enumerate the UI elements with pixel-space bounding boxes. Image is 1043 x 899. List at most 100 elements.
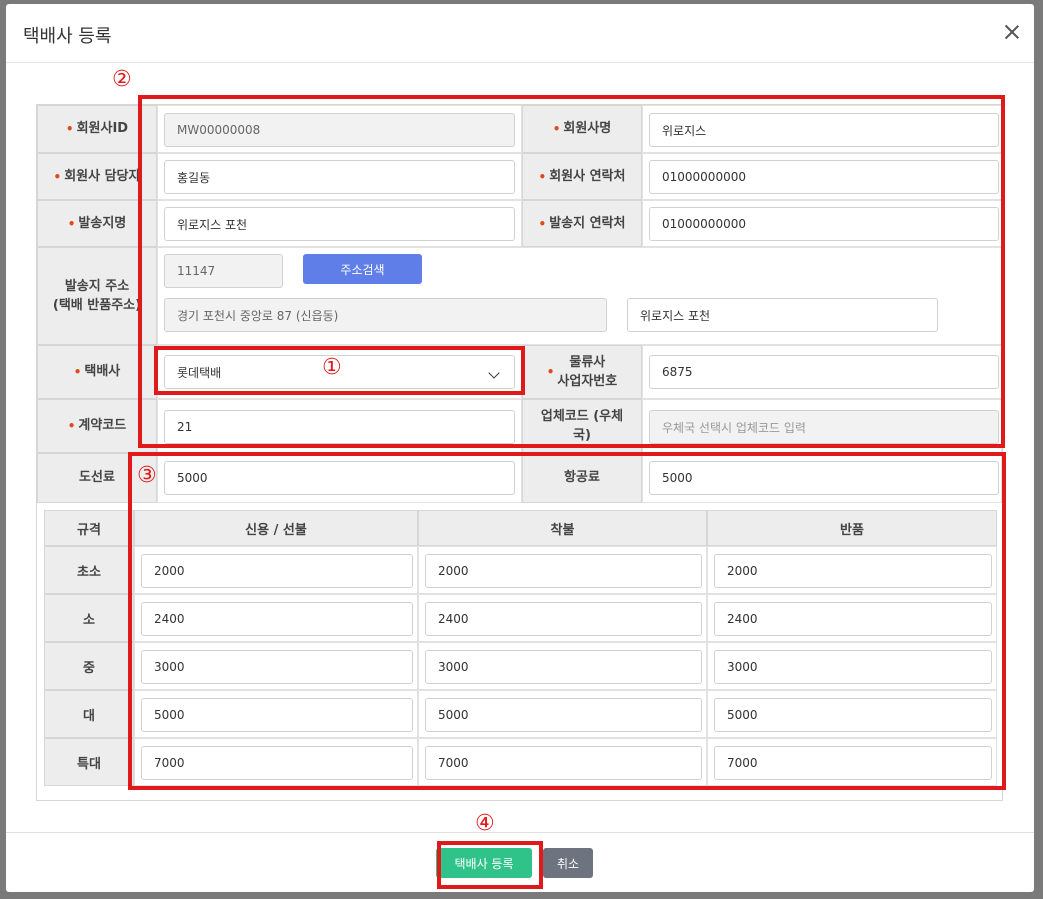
rate-cod-field[interactable]: 7000	[425, 746, 702, 780]
label-sender-address: 발송지 주소 (택배 반품주소)	[37, 247, 157, 345]
rate-return-field[interactable]: 7000	[714, 746, 992, 780]
required-dot: •	[73, 365, 82, 379]
required-dot: •	[546, 365, 555, 379]
annotation-number-3: ③	[137, 463, 157, 488]
zipcode-field[interactable]: 11147	[164, 254, 283, 288]
required-dot: •	[53, 169, 62, 184]
rate-cod-field[interactable]: 5000	[425, 698, 702, 732]
company-code-field[interactable]: 우체국 선택시 업체코드 입력	[649, 410, 999, 444]
required-dot: •	[67, 216, 76, 231]
member-phone-field[interactable]: 01000000000	[649, 160, 999, 194]
label-text: 발송지 연락처	[549, 215, 626, 231]
rate-header-size: 규격	[44, 510, 134, 546]
rate-cell: 2400	[134, 594, 418, 642]
contract-code-field[interactable]: 21	[164, 410, 515, 444]
label-text: 회원사 연락처	[549, 168, 626, 184]
cell-company-code: 우체국 선택시 업체코드 입력	[642, 399, 1002, 453]
rate-credit-field[interactable]: 2000	[141, 554, 413, 588]
label-courier: • 택배사	[37, 345, 157, 399]
courier-form: • 회원사ID MW00000008 • 회원사명 위로지스 • 회원사 담당자 홍길…	[36, 104, 1003, 801]
rate-return-field[interactable]: 2000	[714, 554, 992, 588]
required-dot: •	[67, 419, 76, 433]
rate-cod-field[interactable]: 3000	[425, 650, 702, 684]
cell-sender-address: 11147 주소검색 경기 포천시 중앙로 87 (신읍동) 위로지스 포천	[157, 247, 1002, 345]
modal-header: 택배사 등록	[6, 4, 1034, 63]
air-fee-field[interactable]: 5000	[649, 461, 999, 495]
address-search-button[interactable]: 주소검색	[303, 254, 422, 284]
label-contract-code: • 계약코드	[37, 399, 157, 453]
rate-size-label: 특대	[44, 738, 134, 786]
address2-field[interactable]: 위로지스 포천	[627, 298, 938, 332]
member-manager-field[interactable]: 홍길동	[164, 160, 515, 194]
rate-cod-field[interactable]: 2400	[425, 602, 702, 636]
rate-cod-field[interactable]: 2000	[425, 554, 702, 588]
label-text: 회원사명	[563, 121, 612, 137]
cell-member-manager: 홍길동	[157, 153, 522, 200]
label-text: 물류사 사업자번호	[557, 354, 618, 390]
rate-cell: 7000	[134, 738, 418, 786]
rate-cell: 3000	[707, 642, 997, 690]
label-logistics-biz-no: • 물류사 사업자번호	[522, 345, 642, 399]
close-icon[interactable]	[1004, 24, 1020, 40]
rate-size-label: 대	[44, 690, 134, 738]
cell-contract-code: 21	[157, 399, 522, 453]
cell-member-name: 위로지스	[642, 105, 1002, 153]
cancel-button[interactable]: 취소	[543, 848, 593, 878]
sender-name-field[interactable]: 위로지스 포천	[164, 207, 515, 241]
rate-return-field[interactable]: 3000	[714, 650, 992, 684]
rate-credit-field[interactable]: 2400	[141, 602, 413, 636]
label-air-fee: 항공료	[522, 453, 642, 503]
cell-sender-name: 위로지스 포천	[157, 200, 522, 247]
address1-field[interactable]: 경기 포천시 중앙로 87 (신읍동)	[164, 298, 607, 332]
rate-cell: 2400	[418, 594, 707, 642]
label-sender-name: • 발송지명	[37, 200, 157, 247]
rate-header-return: 반품	[707, 510, 997, 546]
required-dot: •	[538, 169, 547, 184]
required-dot: •	[538, 216, 547, 231]
rate-cell: 5000	[707, 690, 997, 738]
rate-cell: 2000	[134, 546, 418, 594]
label-text: 발송지명	[78, 215, 127, 231]
label-member-manager: • 회원사 담당자	[37, 153, 157, 200]
rate-credit-field[interactable]: 5000	[141, 698, 413, 732]
label-member-name: • 회원사명	[522, 105, 642, 153]
rate-cell: 2400	[707, 594, 997, 642]
rate-credit-field[interactable]: 7000	[141, 746, 413, 780]
label-company-code: 업체코드 (우체국)	[522, 399, 642, 453]
rate-return-field[interactable]: 2400	[714, 602, 992, 636]
label-member-id: • 회원사ID	[37, 105, 157, 153]
cell-sender-phone: 01000000000	[642, 200, 1002, 247]
rate-size-label: 초소	[44, 546, 134, 594]
cell-member-id: MW00000008	[157, 105, 522, 153]
rate-cell: 5000	[134, 690, 418, 738]
rate-return-field[interactable]: 5000	[714, 698, 992, 732]
rate-cell: 3000	[418, 642, 707, 690]
island-fee-field[interactable]: 5000	[164, 461, 515, 495]
modal-title: 택배사 등록	[23, 26, 112, 47]
rate-cell: 3000	[134, 642, 418, 690]
rate-size-label: 소	[44, 594, 134, 642]
label-text: 택배사	[84, 364, 121, 380]
member-name-field[interactable]: 위로지스	[649, 113, 999, 147]
label-member-phone: • 회원사 연락처	[522, 153, 642, 200]
cell-air-fee: 5000	[642, 453, 1002, 503]
cell-island-fee: 5000	[157, 453, 522, 503]
rate-cell: 2000	[418, 546, 707, 594]
cell-logistics-biz-no: 6875	[642, 345, 1002, 399]
annotation-number-2: ②	[112, 67, 132, 92]
rate-header-cod: 착불	[418, 510, 707, 546]
rate-cell: 7000	[707, 738, 997, 786]
rate-cell: 7000	[418, 738, 707, 786]
logistics-biz-no-field[interactable]: 6875	[649, 355, 999, 389]
member-id-field[interactable]: MW00000008	[164, 113, 515, 147]
courier-selected-value: 롯데택배	[177, 365, 222, 380]
rate-size-label: 중	[44, 642, 134, 690]
rate-credit-field[interactable]: 3000	[141, 650, 413, 684]
label-sender-phone: • 발송지 연락처	[522, 200, 642, 247]
rate-cell: 5000	[418, 690, 707, 738]
sender-phone-field[interactable]: 01000000000	[649, 207, 999, 241]
register-courier-button[interactable]: 택배사 등록	[436, 848, 532, 878]
chevron-down-icon	[488, 367, 500, 379]
rate-cell: 2000	[707, 546, 997, 594]
label-text: 계약코드	[78, 418, 127, 434]
